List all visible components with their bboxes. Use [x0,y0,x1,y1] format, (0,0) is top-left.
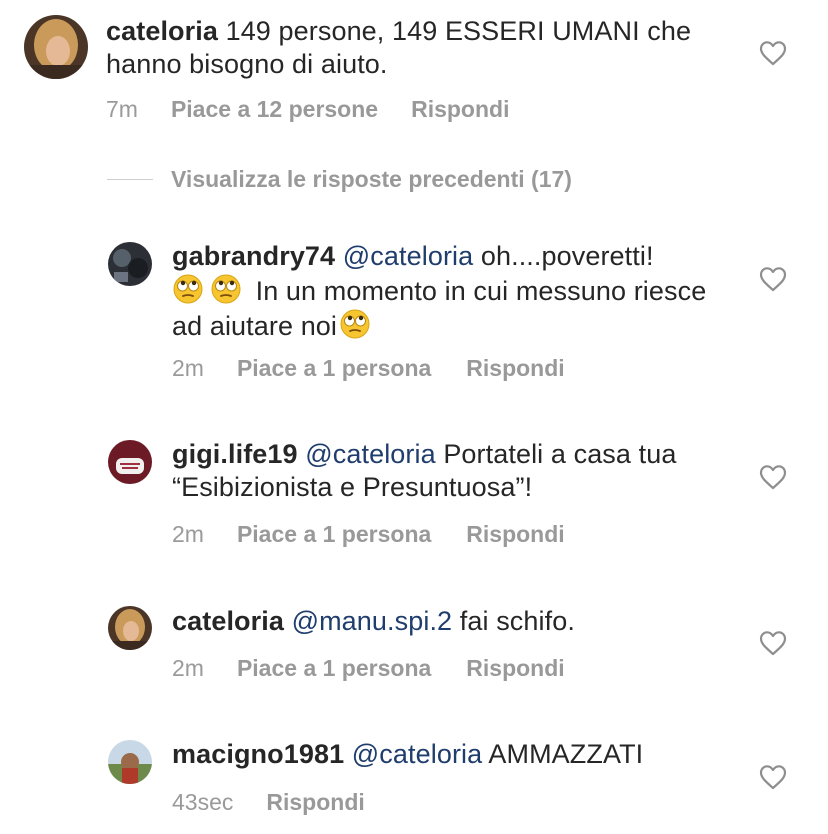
comment-time: 7m [106,96,138,122]
mention-link[interactable]: @manu.spi.2 [292,606,453,636]
avatar-gabrandry74[interactable] [108,242,152,286]
reply-text: cateloria @manu.spi.2 fai schifo. [172,605,732,638]
mention-link[interactable]: @cateloria [352,739,482,769]
reply-text: gigi.life19 @cateloria Portateli a casa … [172,438,732,504]
reply-body: oh....poveretti! [480,241,654,271]
reply-time: 2m [172,655,204,681]
reply-text: gabrandry74 @cateloria oh....poveretti! … [172,240,732,343]
comment-meta: 7m Piace a 12 persone Rispondi [106,96,509,123]
heart-outline-icon[interactable] [759,630,787,656]
reply-username[interactable]: gigi.life19 [172,439,298,469]
avatar-cateloria[interactable] [24,15,88,79]
reply-username[interactable]: gabrandry74 [172,241,335,271]
mention-link[interactable]: @cateloria [343,241,473,271]
divider [107,178,153,181]
reply-button[interactable]: Rispondi [466,655,564,682]
likes-count-button[interactable]: Piace a 12 persone [171,96,378,123]
reply-body: fai schifo. [459,606,575,636]
eye-roll-emoji-icon [339,308,371,340]
reply-time: 43sec [172,789,234,815]
reply-time: 2m [172,521,204,547]
comment-username[interactable]: cateloria [106,16,218,46]
eye-roll-emoji-icon [210,273,242,305]
heart-outline-icon[interactable] [759,764,787,790]
mention-link[interactable]: @cateloria [305,439,435,469]
reply-button[interactable]: Rispondi [411,96,509,123]
heart-outline-icon[interactable] [759,266,787,292]
reply-body: AMMAZZATI [488,739,644,769]
reply-meta: 2m Piace a 1 persona Rispondi [172,355,565,382]
heart-outline-icon[interactable] [759,464,787,490]
reply-button[interactable]: Rispondi [266,789,364,816]
reply-username[interactable]: cateloria [172,606,284,636]
reply-meta: 2m Piace a 1 persona Rispondi [172,655,565,682]
view-previous-replies-button[interactable]: Visualizza le risposte precedenti (17) [107,166,572,193]
reply-time: 2m [172,355,204,381]
avatar-macigno1981[interactable] [108,740,152,784]
reply-username[interactable]: macigno1981 [172,739,344,769]
reply-button[interactable]: Rispondi [466,521,564,548]
eye-roll-emoji-icon [172,273,204,305]
avatar-gigi-life19[interactable] [108,440,152,484]
reply-meta: 2m Piace a 1 persona Rispondi [172,521,565,548]
likes-count-button[interactable]: Piace a 1 persona [237,355,431,382]
avatar-cateloria[interactable] [108,606,152,650]
likes-count-button[interactable]: Piace a 1 persona [237,521,431,548]
likes-count-button[interactable]: Piace a 1 persona [237,655,431,682]
view-previous-label: Visualizza le risposte precedenti (17) [171,166,572,192]
heart-outline-icon[interactable] [759,40,787,66]
reply-body-continued: In un momento in cui messuno riesce ad a… [172,276,707,341]
reply-meta: 43sec Rispondi [172,789,365,816]
reply-text: macigno1981 @cateloria AMMAZZATI [172,738,732,771]
comment-text: cateloria 149 persone, 149 ESSERI UMANI … [106,15,736,81]
reply-button[interactable]: Rispondi [466,355,564,382]
